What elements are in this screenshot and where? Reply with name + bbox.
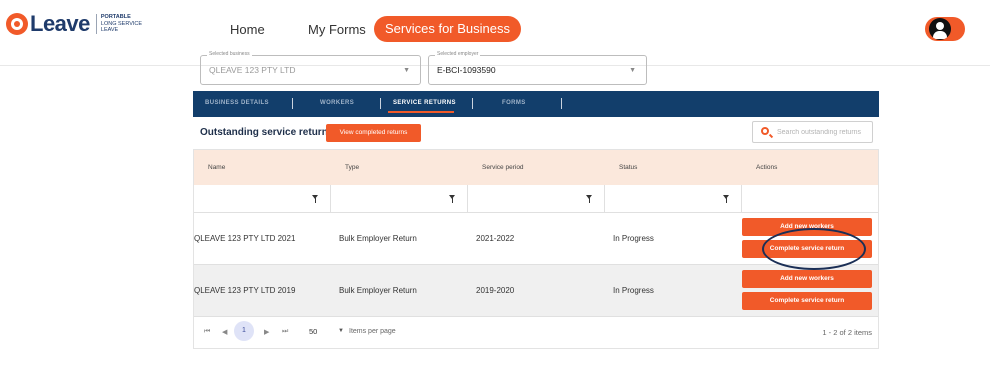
column-header-actions: Actions bbox=[756, 164, 778, 171]
cell-name: QLEAVE 123 PTY LTD 2021 bbox=[194, 234, 296, 243]
business-tabbar: BUSINESS DETAILS WORKERS SERVICE RETURNS… bbox=[193, 91, 879, 117]
qleave-logo[interactable]: Leave PORTABLE LONG SERVICE LEAVE bbox=[6, 11, 143, 36]
tab-divider bbox=[561, 98, 562, 109]
next-page-icon[interactable]: ▶ bbox=[264, 328, 269, 336]
employer-select-value: E-BCI-1093590 bbox=[437, 65, 496, 75]
last-page-icon[interactable]: ⏭ bbox=[282, 328, 288, 336]
chevron-down-icon: ▼ bbox=[629, 67, 636, 74]
filter-cell-type[interactable] bbox=[331, 185, 468, 213]
tab-forms[interactable]: FORMS bbox=[502, 100, 526, 106]
user-avatar-icon bbox=[929, 18, 951, 40]
tab-divider bbox=[380, 98, 381, 109]
tab-service-returns[interactable]: SERVICE RETURNS bbox=[393, 100, 456, 106]
tab-divider bbox=[472, 98, 473, 109]
page-number-current[interactable]: 1 bbox=[234, 321, 254, 341]
column-header-service-period[interactable]: Service period bbox=[482, 164, 524, 171]
view-completed-returns-button[interactable]: View completed returns bbox=[326, 124, 421, 142]
search-input[interactable] bbox=[777, 125, 871, 139]
previous-page-icon[interactable]: ◀ bbox=[222, 328, 227, 336]
table-row: QLEAVE 123 PTY LTD 2019 Bulk Employer Re… bbox=[194, 265, 878, 317]
nav-my-forms[interactable]: My Forms bbox=[308, 22, 366, 37]
nav-home[interactable]: Home bbox=[230, 22, 265, 37]
highlight-ring bbox=[762, 228, 866, 270]
filter-cell-name[interactable] bbox=[194, 185, 331, 213]
q-logo-icon bbox=[6, 13, 28, 35]
cell-name: QLEAVE 123 PTY LTD 2019 bbox=[194, 286, 296, 295]
first-page-icon[interactable]: ⏮ bbox=[204, 328, 210, 336]
page-title: Outstanding service returns bbox=[200, 127, 334, 138]
tab-divider bbox=[292, 98, 293, 109]
filter-icon[interactable] bbox=[586, 195, 592, 203]
filter-icon[interactable] bbox=[449, 195, 455, 203]
cell-service-period: 2019-2020 bbox=[476, 286, 515, 295]
logo-word: Leave bbox=[30, 11, 90, 36]
cell-type: Bulk Employer Return bbox=[339, 286, 417, 295]
grid-header: Name Type Service period Status Actions bbox=[194, 150, 878, 185]
pager: ⏮ ◀ 1 ▶ ⏭ 50 ▼ Items per page 1 - 2 of 2… bbox=[194, 317, 878, 348]
business-select[interactable]: Selected business QLEAVE 123 PTY LTD ▼ bbox=[200, 51, 421, 85]
search-box bbox=[752, 121, 873, 143]
logo-tagline: PORTABLE LONG SERVICE LEAVE bbox=[100, 14, 143, 34]
employer-select-label: Selected employer bbox=[435, 51, 481, 57]
filter-cell-service-period[interactable] bbox=[468, 185, 605, 213]
page-size-select[interactable]: 50 bbox=[309, 327, 317, 336]
filter-icon[interactable] bbox=[312, 195, 318, 203]
search-icon bbox=[761, 127, 769, 135]
column-header-status[interactable]: Status bbox=[619, 164, 637, 171]
cell-status: In Progress bbox=[613, 234, 654, 243]
add-new-workers-button[interactable]: Add new workers bbox=[742, 270, 872, 288]
account-menu-button[interactable] bbox=[925, 17, 965, 41]
filter-row bbox=[194, 185, 878, 213]
pager-info: 1 - 2 of 2 items bbox=[822, 328, 872, 337]
business-select-label: Selected business bbox=[207, 51, 252, 57]
business-select-value: QLEAVE 123 PTY LTD bbox=[209, 65, 296, 75]
chevron-down-icon: ▼ bbox=[403, 67, 410, 74]
cell-service-period: 2021-2022 bbox=[476, 234, 515, 243]
complete-service-return-button[interactable]: Complete service return bbox=[742, 292, 872, 310]
column-header-name[interactable]: Name bbox=[208, 164, 225, 171]
filter-icon[interactable] bbox=[723, 195, 729, 203]
logo-divider bbox=[95, 14, 97, 34]
cell-status: In Progress bbox=[613, 286, 654, 295]
employer-select[interactable]: Selected employer E-BCI-1093590 ▼ bbox=[428, 51, 647, 85]
chevron-down-icon[interactable]: ▼ bbox=[338, 328, 344, 334]
items-per-page-label: Items per page bbox=[349, 328, 396, 335]
cell-type: Bulk Employer Return bbox=[339, 234, 417, 243]
active-tab-underline bbox=[388, 111, 454, 113]
filter-cell-status[interactable] bbox=[605, 185, 742, 213]
column-header-type[interactable]: Type bbox=[345, 164, 359, 171]
tab-workers[interactable]: WORKERS bbox=[320, 100, 354, 106]
nav-services-for-business[interactable]: Services for Business bbox=[374, 16, 521, 42]
tab-business-details[interactable]: BUSINESS DETAILS bbox=[205, 100, 269, 106]
